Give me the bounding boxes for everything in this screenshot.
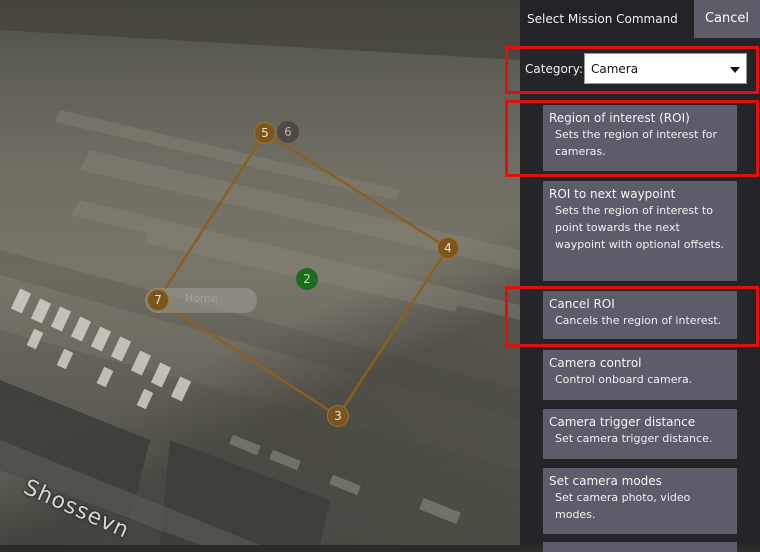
waypoint-marker[interactable]: 7 bbox=[147, 289, 169, 311]
command-title: Camera control bbox=[549, 356, 642, 370]
waypoint-marker[interactable]: 3 bbox=[327, 405, 349, 427]
command-set-camera-modes[interactable]: Set camera modes Set camera photo, video… bbox=[543, 468, 737, 534]
chevron-down-icon bbox=[730, 67, 740, 73]
command-description: Sets the region of interest to point tow… bbox=[555, 204, 725, 251]
command-description: Set camera photo, video modes. bbox=[555, 491, 691, 521]
waypoint-marker[interactable]: 6 bbox=[277, 121, 299, 143]
waypoint-marker[interactable]: 4 bbox=[437, 237, 459, 259]
command-title: Camera trigger distance bbox=[549, 415, 696, 429]
current-waypoint-marker[interactable]: 2 bbox=[296, 268, 318, 290]
command-next-partial[interactable] bbox=[543, 542, 737, 552]
panel-header: Select Mission Command Cancel bbox=[520, 0, 760, 38]
cancel-button[interactable]: Cancel bbox=[694, 0, 760, 38]
command-camera-trigger-distance[interactable]: Camera trigger distance Set camera trigg… bbox=[543, 409, 737, 459]
command-camera-control[interactable]: Camera control Control onboard camera. bbox=[543, 350, 737, 400]
home-label: Home bbox=[185, 292, 218, 305]
command-roi-next-waypoint[interactable]: ROI to next waypoint Sets the region of … bbox=[543, 181, 737, 281]
command-title: Cancel ROI bbox=[549, 297, 615, 311]
panel-title: Select Mission Command bbox=[527, 12, 678, 26]
command-description: Set camera trigger distance. bbox=[555, 432, 713, 445]
waypoint-marker[interactable]: 5 bbox=[254, 122, 276, 144]
mission-command-panel: Select Mission Command Cancel Category: … bbox=[505, 0, 760, 552]
category-dropdown[interactable]: Camera bbox=[584, 53, 747, 84]
command-region-of-interest[interactable]: Region of interest (ROI) Sets the region… bbox=[543, 105, 737, 171]
command-title: ROI to next waypoint bbox=[549, 187, 676, 201]
command-title: Set camera modes bbox=[549, 474, 662, 488]
satellite-map[interactable]: Home 5 6 4 3 7 2 Shossevn bbox=[0, 0, 520, 545]
command-title: Region of interest (ROI) bbox=[549, 111, 690, 125]
map-terrain bbox=[0, 0, 520, 545]
command-description: Sets the region of interest for cameras. bbox=[555, 128, 718, 158]
category-label: Category: bbox=[525, 62, 583, 76]
category-value: Camera bbox=[591, 62, 639, 76]
command-cancel-roi[interactable]: Cancel ROI Cancels the region of interes… bbox=[543, 291, 737, 339]
command-description: Control onboard camera. bbox=[555, 373, 693, 386]
command-description: Cancels the region of interest. bbox=[555, 314, 722, 327]
